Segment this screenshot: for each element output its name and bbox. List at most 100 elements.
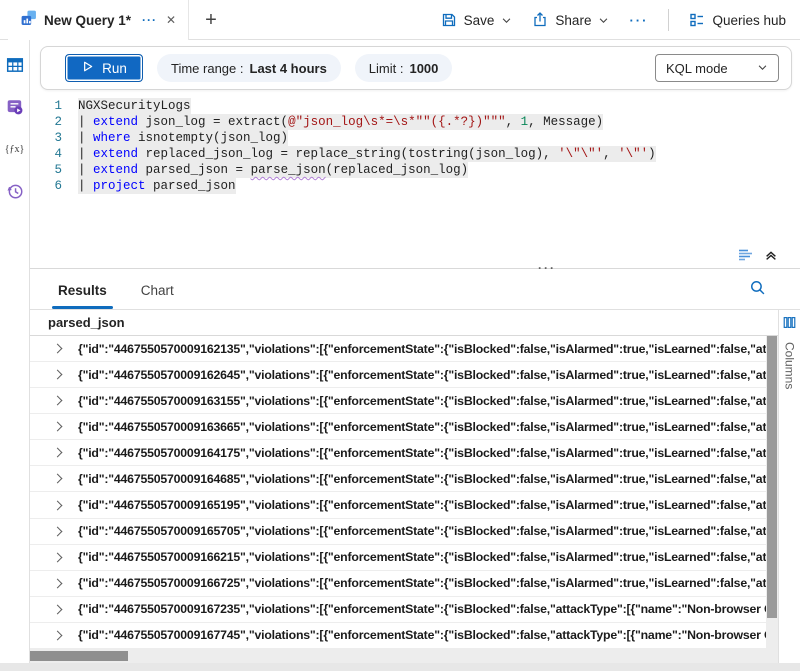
share-icon xyxy=(532,12,548,28)
actions-divider xyxy=(668,9,669,31)
editor-line: 4| extend replaced_json_log = replace_st… xyxy=(30,146,800,162)
row-json-text: {"id":"4467550570009165705","violations"… xyxy=(78,524,766,538)
queries-hub-icon xyxy=(689,12,705,28)
table-row[interactable]: {"id":"4467550570009164685","violations"… xyxy=(30,466,766,492)
tab-bar: New Query 1* ··· ✕ + Save xyxy=(0,0,800,40)
play-icon xyxy=(81,60,94,76)
app-icon xyxy=(20,9,37,31)
query-toolbar: Run Time range : Last 4 hours Limit : 10… xyxy=(40,46,792,90)
query-editor[interactable]: 1NGXSecurityLogs2| extend json_log = ext… xyxy=(30,98,800,194)
table-row[interactable]: {"id":"4467550570009165195","violations"… xyxy=(30,492,766,518)
tab-results[interactable]: Results xyxy=(56,273,109,309)
row-expand-icon[interactable] xyxy=(53,474,63,484)
line-number: 6 xyxy=(30,178,78,194)
panel-resize-handle[interactable]: ··· xyxy=(538,261,556,275)
row-expand-icon[interactable] xyxy=(53,552,63,562)
save-label: Save xyxy=(464,13,495,28)
results-tab-strip: Results Chart xyxy=(30,269,800,309)
tab-close-icon[interactable]: ✕ xyxy=(166,13,176,27)
table-row[interactable]: {"id":"4467550570009163155","violations"… xyxy=(30,388,766,414)
query-workspace: Run Time range : Last 4 hours Limit : 10… xyxy=(30,40,800,671)
row-expand-icon[interactable] xyxy=(53,630,63,640)
columns-panel-label: Columns xyxy=(783,342,797,389)
mode-chevron-icon xyxy=(757,61,768,76)
row-json-text: {"id":"4467550570009166725","violations"… xyxy=(78,576,766,590)
share-button[interactable]: Share xyxy=(532,12,609,28)
row-expand-icon[interactable] xyxy=(53,578,63,588)
table-row[interactable]: {"id":"4467550570009164175","violations"… xyxy=(30,440,766,466)
limit-picker[interactable]: Limit : 1000 xyxy=(355,54,453,82)
left-sidebar: {ƒx} xyxy=(0,40,30,671)
row-json-text: {"id":"4467550570009163155","violations"… xyxy=(78,394,766,408)
save-button[interactable]: Save xyxy=(441,12,513,28)
functions-icon[interactable]: {ƒx} xyxy=(6,140,24,158)
line-number: 5 xyxy=(30,162,78,178)
run-button[interactable]: Run xyxy=(65,54,143,82)
line-number: 3 xyxy=(30,130,78,146)
tab-chart[interactable]: Chart xyxy=(139,273,176,309)
row-json-text: {"id":"4467550570009165195","violations"… xyxy=(78,498,766,512)
query-history-icon[interactable] xyxy=(6,182,24,200)
table-row[interactable]: {"id":"4467550570009162135","violations"… xyxy=(30,336,766,362)
horizontal-scrollbar-thumb[interactable] xyxy=(30,651,128,661)
editor-line: 2| extend json_log = extract(@"json_log\… xyxy=(30,114,800,130)
limit-value: 1000 xyxy=(409,61,438,76)
table-row[interactable]: {"id":"4467550570009167745","violations"… xyxy=(30,623,766,649)
row-json-text: {"id":"4467550570009162135","violations"… xyxy=(78,342,766,356)
table-row[interactable]: {"id":"4467550570009163665","violations"… xyxy=(30,414,766,440)
vertical-scrollbar[interactable] xyxy=(766,336,778,649)
query-mode-select[interactable]: KQL mode xyxy=(655,54,779,82)
row-json-text: {"id":"4467550570009164685","violations"… xyxy=(78,472,766,486)
query-tab[interactable]: New Query 1* ··· ✕ xyxy=(8,0,189,40)
code-text: | extend parsed_json = parse_json(replac… xyxy=(78,162,468,178)
columns-side-panel[interactable]: Columns xyxy=(778,310,800,671)
tab-more-icon[interactable]: ··· xyxy=(142,13,157,27)
row-json-text: {"id":"4467550570009162645","violations"… xyxy=(78,368,766,382)
time-range-picker[interactable]: Time range : Last 4 hours xyxy=(157,54,341,82)
row-expand-icon[interactable] xyxy=(53,604,63,614)
row-json-text: {"id":"4467550570009164175","violations"… xyxy=(78,446,766,460)
main-area: {ƒx} Run Time range : Last 4 hours xyxy=(0,40,800,671)
line-number: 1 xyxy=(30,98,78,114)
columns-icon xyxy=(783,316,796,334)
table-row[interactable]: {"id":"4467550570009162645","violations"… xyxy=(30,362,766,388)
search-icon[interactable] xyxy=(749,279,766,301)
new-tab-button[interactable]: + xyxy=(189,0,233,40)
table-row[interactable]: {"id":"4467550570009166725","violations"… xyxy=(30,571,766,597)
table-row[interactable]: {"id":"4467550570009166215","violations"… xyxy=(30,545,766,571)
save-chevron-icon xyxy=(501,15,512,26)
table-row[interactable]: {"id":"4467550570009167235","violations"… xyxy=(30,597,766,623)
saved-queries-icon[interactable] xyxy=(6,98,24,116)
code-text: | project parsed_json xyxy=(78,178,236,194)
row-json-text: {"id":"4467550570009166215","violations"… xyxy=(78,550,766,564)
editor-lines-icon[interactable] xyxy=(738,248,754,262)
page-bottom-strip xyxy=(0,663,800,671)
line-number: 2 xyxy=(30,114,78,130)
tab-actions: Save Share ··· xyxy=(441,0,800,40)
share-chevron-icon xyxy=(598,15,609,26)
row-expand-icon[interactable] xyxy=(53,526,63,536)
queries-hub-label: Queries hub xyxy=(712,13,786,28)
vertical-scrollbar-thumb[interactable] xyxy=(767,336,777,618)
results-grid-area: parsed_json {"id":"4467550570009162135",… xyxy=(30,309,800,671)
queries-hub-button[interactable]: Queries hub xyxy=(689,12,786,28)
row-expand-icon[interactable] xyxy=(53,500,63,510)
row-expand-icon[interactable] xyxy=(53,370,63,380)
editor-line: 5| extend parsed_json = parse_json(repla… xyxy=(30,162,800,178)
editor-line: 6| project parsed_json xyxy=(30,178,800,194)
row-expand-icon[interactable] xyxy=(53,396,63,406)
row-expand-icon[interactable] xyxy=(53,448,63,458)
table-explorer-icon[interactable] xyxy=(6,56,24,74)
table-row[interactable]: {"id":"4467550570009165705","violations"… xyxy=(30,519,766,545)
code-text: | extend replaced_json_log = replace_str… xyxy=(78,146,656,162)
row-expand-icon[interactable] xyxy=(53,344,63,354)
row-expand-icon[interactable] xyxy=(53,422,63,432)
column-header-parsed-json[interactable]: parsed_json xyxy=(30,310,778,336)
row-json-text: {"id":"4467550570009167745","violations"… xyxy=(78,628,766,642)
more-actions-icon[interactable]: ··· xyxy=(629,13,648,28)
query-mode-value: KQL mode xyxy=(666,61,728,76)
tab-title: New Query 1* xyxy=(44,13,131,28)
limit-label: Limit : xyxy=(369,61,404,76)
horizontal-scrollbar[interactable] xyxy=(30,649,778,663)
collapse-editor-icon[interactable] xyxy=(764,248,778,262)
